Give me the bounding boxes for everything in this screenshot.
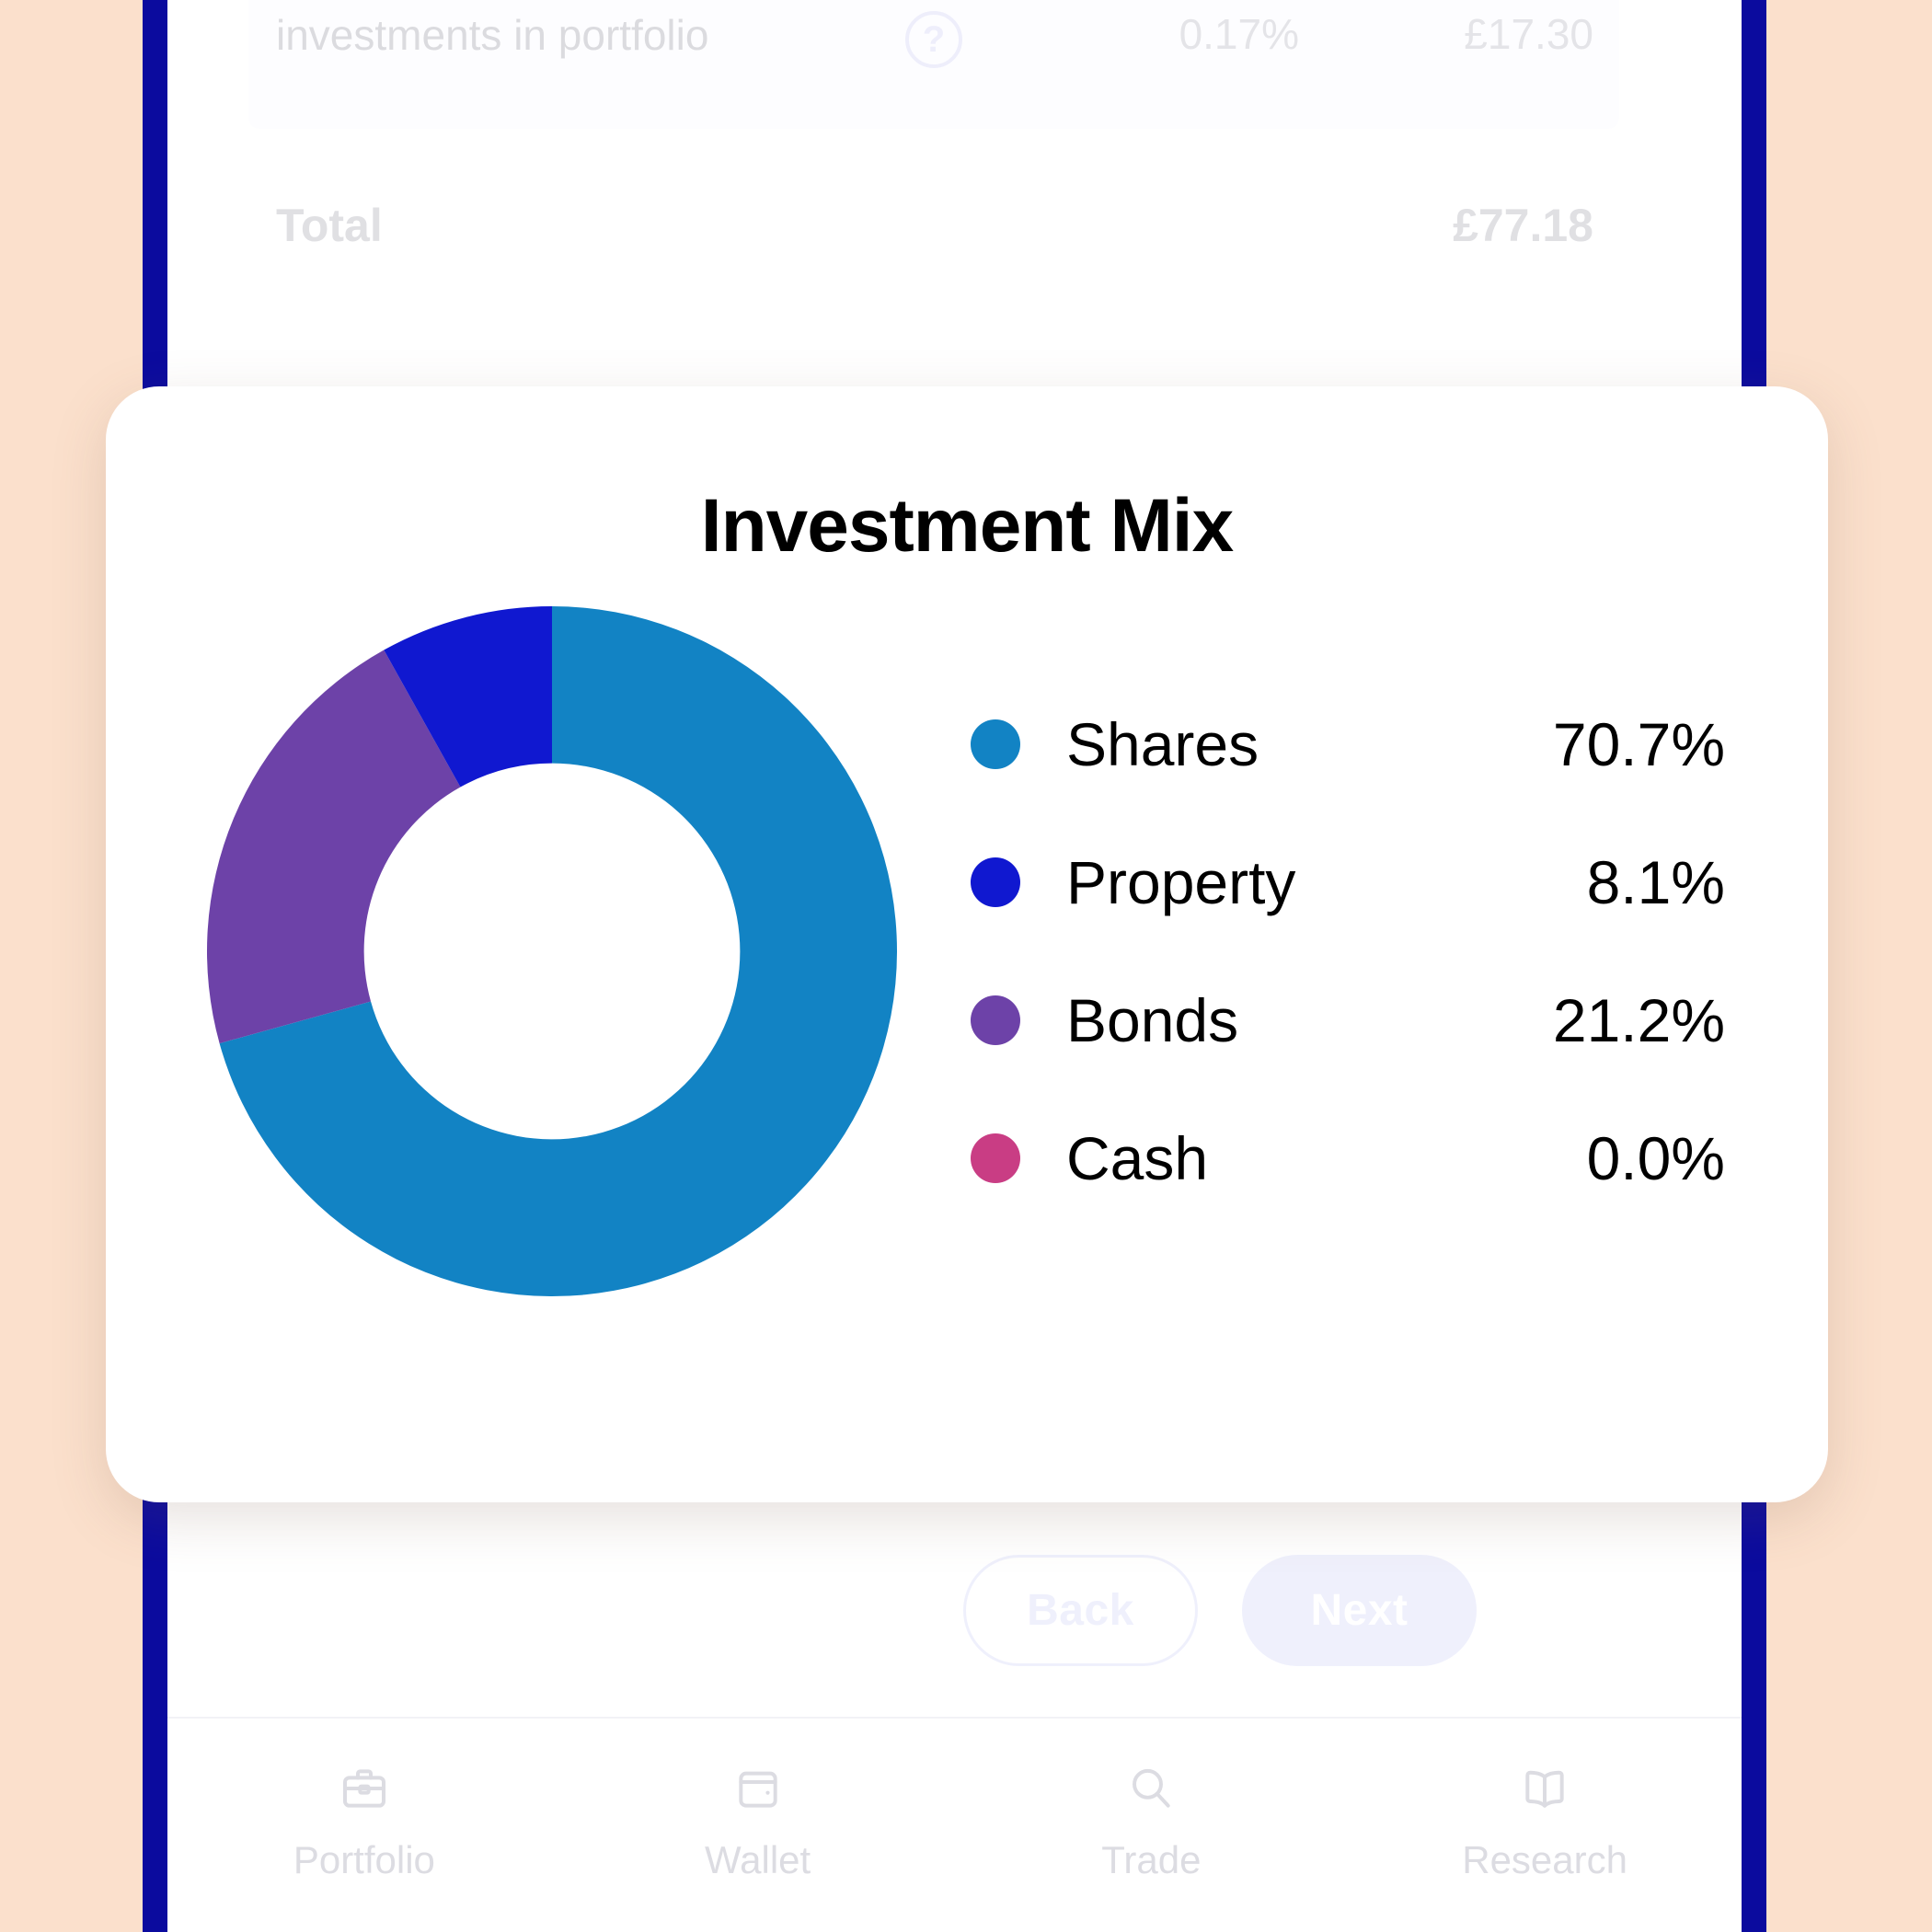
fee-help-cell: ? [837, 0, 1030, 68]
page-title: Investment Mix [700, 484, 1234, 568]
modal-body: Shares 70.7% Property 8.1% Bonds 21.2% C… [106, 569, 1828, 1296]
tab-portfolio[interactable]: Portfolio [167, 1719, 561, 1932]
legend-label-property: Property [1066, 848, 1296, 916]
tab-trade-label: Trade [1101, 1838, 1202, 1881]
legend-value-cash: 0.0% [1586, 1124, 1725, 1192]
legend-label-shares: Shares [1066, 710, 1259, 778]
legend-item-bonds[interactable]: Bonds 21.2% [971, 951, 1725, 1089]
legend-dot-bonds [971, 995, 1020, 1045]
legend-value-bonds: 21.2% [1552, 986, 1725, 1054]
tab-portfolio-label: Portfolio [293, 1838, 435, 1881]
next-button[interactable]: Next [1242, 1555, 1477, 1666]
total-label: Total [276, 200, 383, 251]
total-row: Total £77.18 [248, 166, 1619, 285]
legend-label-cash: Cash [1066, 1124, 1209, 1192]
legend-item-property[interactable]: Property 8.1% [971, 813, 1725, 951]
donut-chart [207, 606, 897, 1296]
total-amount: £77.18 [1453, 200, 1593, 251]
donut-chart-container [106, 606, 961, 1296]
fee-row: investments in portfolio ? 0.17% £17.30 [248, 0, 1619, 129]
fee-percent: 0.17% [1179, 10, 1299, 58]
legend-value-property: 8.1% [1586, 848, 1725, 916]
legend-label-bonds: Bonds [1066, 986, 1239, 1054]
tab-research[interactable]: Research [1348, 1719, 1742, 1932]
tab-wallet[interactable]: Wallet [561, 1719, 955, 1932]
legend-value-shares: 70.7% [1552, 710, 1725, 778]
wallet-icon [732, 1763, 784, 1814]
chart-legend: Shares 70.7% Property 8.1% Bonds 21.2% C… [961, 675, 1828, 1227]
wizard-button-group: Back Next [166, 1555, 1743, 1666]
tab-research-label: Research [1462, 1838, 1627, 1881]
tab-trade[interactable]: Trade [955, 1719, 1349, 1932]
legend-dot-property [971, 857, 1020, 907]
investment-mix-modal: Investment Mix Shares 70.7% Property 8.1… [106, 386, 1828, 1502]
bottom-tab-bar: Portfolio Wallet Trade Research [167, 1717, 1742, 1932]
back-button[interactable]: Back [963, 1555, 1198, 1666]
search-icon [1125, 1763, 1177, 1814]
legend-dot-shares [971, 719, 1020, 769]
book-icon [1519, 1763, 1570, 1814]
help-icon[interactable]: ? [905, 11, 962, 68]
fee-amount: £17.30 [1464, 10, 1593, 58]
tab-wallet-label: Wallet [705, 1838, 811, 1881]
legend-item-shares[interactable]: Shares 70.7% [971, 675, 1725, 813]
briefcase-icon [339, 1763, 390, 1814]
legend-item-cash[interactable]: Cash 0.0% [971, 1089, 1725, 1227]
fee-label: investments in portfolio [276, 11, 709, 59]
app-page: investments in portfolio ? 0.17% £17.30 … [0, 0, 1932, 1932]
legend-dot-cash [971, 1133, 1020, 1183]
